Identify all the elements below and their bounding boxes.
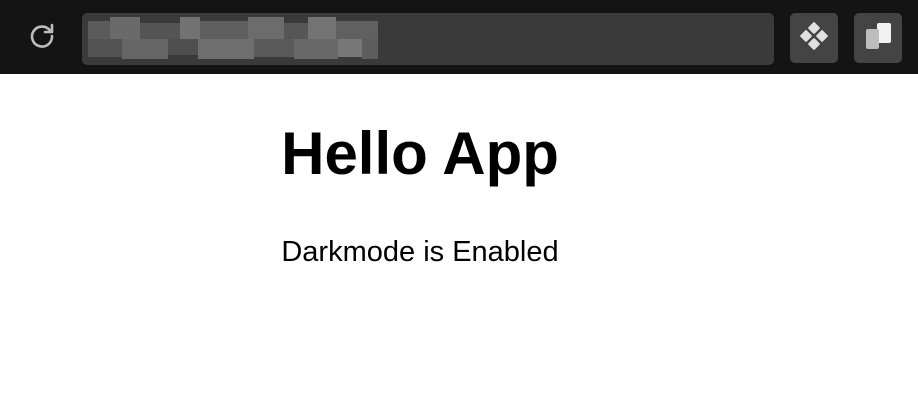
- extension-button[interactable]: [854, 13, 902, 63]
- copy-pages-icon: [863, 21, 893, 56]
- browser-toolbar: [0, 0, 918, 74]
- reload-button[interactable]: [24, 20, 60, 56]
- address-bar[interactable]: [82, 13, 774, 65]
- page-content: Hello App Darkmode is Enabled: [0, 74, 918, 406]
- reload-icon: [27, 21, 57, 56]
- page-heading: Hello App: [281, 120, 559, 187]
- darkmode-status-text: Darkmode is Enabled: [281, 236, 559, 268]
- diamond-grid-icon: [799, 21, 829, 56]
- address-bar-obscured-text: [88, 17, 378, 61]
- extension-button[interactable]: [790, 13, 838, 63]
